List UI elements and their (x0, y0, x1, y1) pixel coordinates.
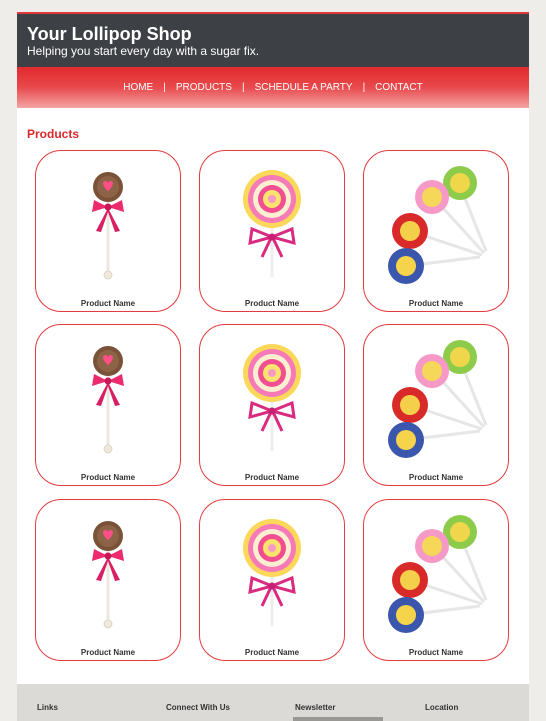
site-title[interactable]: Your Lollipop Shop (27, 24, 192, 44)
product-card[interactable]: Product Name (35, 499, 181, 661)
nav-home[interactable]: HOME (113, 82, 163, 94)
product-name: Product Name (80, 299, 136, 308)
product-card[interactable]: Product Name (199, 150, 345, 312)
heart-lollipop-icon (92, 172, 124, 280)
site-tagline: Helping you start every day with a sugar… (27, 44, 260, 58)
swirl-lollipop-icon (243, 344, 301, 451)
product-name: Product Name (244, 648, 300, 657)
product-card[interactable]: Product Name (35, 324, 181, 486)
site-header: Your Lollipop Shop Helping you start eve… (17, 12, 529, 67)
page-container: Your Lollipop Shop Helping you start eve… (17, 12, 529, 721)
nav-contact[interactable]: CONTACT (365, 82, 433, 94)
product-name: Product Name (244, 473, 300, 482)
nav-products[interactable]: PRODUCTS (166, 82, 242, 94)
product-name: Product Name (80, 648, 136, 657)
product-card[interactable]: Product Name (363, 150, 509, 312)
product-name: Product Name (244, 299, 300, 308)
product-card[interactable]: Product Name (35, 150, 181, 312)
swirl-lollipop-icon (243, 519, 301, 626)
product-card[interactable]: Product Name (363, 499, 509, 661)
product-card[interactable]: Product Name (363, 324, 509, 486)
main-nav: HOME | PRODUCTS | SCHEDULE A PARTY | CON… (17, 67, 529, 108)
chupa-chups-lollipops-icon (388, 166, 488, 284)
product-name: Product Name (408, 648, 464, 657)
footer-location-heading[interactable]: Location (425, 703, 458, 713)
newsletter-input[interactable] (293, 717, 383, 721)
swirl-lollipop-icon (243, 170, 301, 277)
product-name: Product Name (80, 473, 136, 482)
nav-schedule-a-party[interactable]: SCHEDULE A PARTY (245, 82, 363, 94)
footer-connect-heading[interactable]: Connect With Us (166, 703, 230, 713)
footer-newsletter-heading[interactable]: Newsletter (295, 703, 335, 713)
products-heading: Products (27, 127, 80, 141)
product-card[interactable]: Product Name (199, 324, 345, 486)
heart-lollipop-icon (92, 521, 124, 629)
chupa-chups-lollipops-icon (388, 340, 488, 458)
chupa-chups-lollipops-icon (388, 515, 488, 633)
product-card[interactable]: Product Name (199, 499, 345, 661)
product-name: Product Name (408, 473, 464, 482)
heart-lollipop-icon (92, 346, 124, 454)
product-name: Product Name (408, 299, 464, 308)
site-footer: Links Connect With Us Newsletter Locatio… (17, 684, 529, 721)
footer-links-heading[interactable]: Links (37, 703, 58, 713)
